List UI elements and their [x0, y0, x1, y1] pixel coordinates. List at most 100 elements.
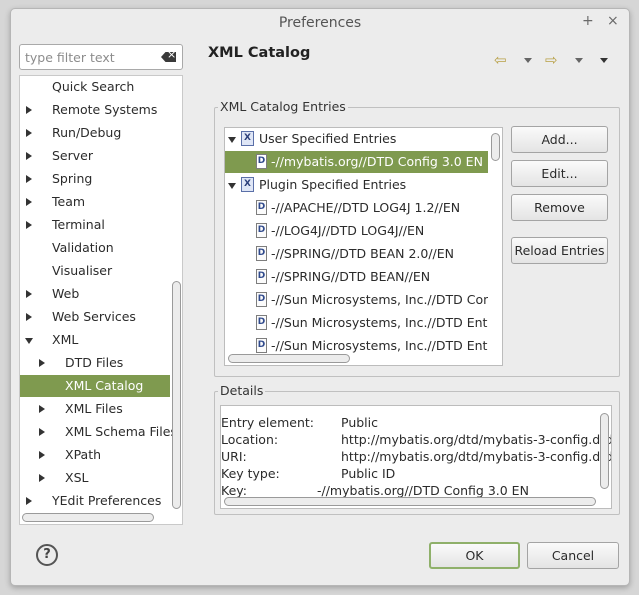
ok-button[interactable]: OK [429, 542, 520, 569]
expand-arrow-icon[interactable] [26, 497, 32, 505]
add-button[interactable]: Add... [511, 126, 608, 153]
catalog-horizontal-scrollbar[interactable] [228, 354, 350, 363]
details-vertical-scrollbar[interactable] [600, 413, 609, 489]
catalog-entry[interactable]: D -//SPRING//DTD BEAN 2.0//EN [225, 243, 488, 265]
expand-arrow-icon[interactable] [26, 106, 32, 114]
group-label: Details [218, 383, 266, 398]
clear-text-icon[interactable] [161, 52, 176, 62]
expand-arrow-icon[interactable] [26, 290, 32, 298]
expand-arrow-icon[interactable] [39, 451, 45, 459]
tree-item-label: Server [52, 148, 93, 163]
tree-item-xsl[interactable]: XSL [20, 467, 170, 489]
tree-item-label: Spring [52, 171, 93, 186]
expand-arrow-icon[interactable] [26, 198, 32, 206]
expand-arrow-icon[interactable] [39, 359, 45, 367]
close-icon[interactable]: × [607, 13, 619, 29]
details-text-area[interactable]: Entry element: Public Location: http://m… [220, 405, 612, 509]
tree-item-web[interactable]: Web [20, 283, 170, 305]
collapse-arrow-icon[interactable] [228, 183, 236, 189]
reload-entries-button[interactable]: Reload Entries [511, 237, 608, 264]
catalog-group-user[interactable]: X User Specified Entries [225, 128, 488, 150]
detail-value: Public [341, 415, 378, 430]
expand-arrow-icon[interactable] [39, 405, 45, 413]
catalog-entry[interactable]: D -//APACHE//DTD LOG4J 1.2//EN [225, 197, 488, 219]
xml-catalog-icon: X [241, 131, 254, 146]
back-arrow-icon[interactable]: ⇦ [494, 51, 507, 69]
help-icon[interactable]: ? [36, 544, 58, 566]
dtd-file-icon: D [256, 315, 267, 330]
catalog-group-plugin[interactable]: X Plugin Specified Entries [225, 174, 488, 196]
expand-arrow-icon[interactable] [26, 175, 32, 183]
details-horizontal-scrollbar[interactable] [224, 497, 596, 506]
tree-item-terminal[interactable]: Terminal [20, 214, 170, 236]
dtd-file-icon: D [256, 338, 267, 353]
tree-item-label: Visualiser [52, 263, 113, 278]
catalog-entry[interactable]: D -//LOG4J//DTD LOG4J//EN [225, 220, 488, 242]
expand-arrow-icon[interactable] [26, 221, 32, 229]
remove-button[interactable]: Remove [511, 194, 608, 221]
preference-tree: Quick Search Remote Systems Run/Debug Se… [19, 75, 183, 525]
catalog-entries-tree: X User Specified Entries D -//mybatis.or… [224, 127, 503, 366]
tree-item-xml-catalog[interactable]: XML Catalog [20, 375, 170, 397]
tree-item-xml[interactable]: XML [20, 329, 170, 351]
tree-item-remote-systems[interactable]: Remote Systems [20, 99, 170, 121]
catalog-entry[interactable]: D -//mybatis.org//DTD Config 3.0 EN [225, 151, 488, 173]
tree-item-web-services[interactable]: Web Services [20, 306, 170, 328]
collapse-arrow-icon[interactable] [25, 338, 33, 344]
catalog-entry-label: -//APACHE//DTD LOG4J 1.2//EN [271, 200, 461, 215]
tree-item-label: XSL [65, 470, 89, 485]
collapse-arrow-icon[interactable] [228, 137, 236, 143]
tree-item-label: XPath [65, 447, 102, 462]
catalog-entry[interactable]: D -//SPRING//DTD BEAN//EN [225, 266, 488, 288]
cancel-button[interactable]: Cancel [527, 542, 619, 569]
tree-item-label: DTD Files [65, 355, 124, 370]
tree-item-team[interactable]: Team [20, 191, 170, 213]
catalog-vertical-scrollbar[interactable] [491, 133, 500, 161]
tree-item-label: Web [52, 286, 80, 301]
catalog-group-label: Plugin Specified Entries [259, 177, 407, 192]
tree-item-spring[interactable]: Spring [20, 168, 170, 190]
tree-item-quick-search[interactable]: Quick Search [20, 76, 170, 98]
catalog-entry[interactable]: D -//Sun Microsystems, Inc.//DTD Enterpr [225, 312, 488, 334]
tree-item-run-debug[interactable]: Run/Debug [20, 122, 170, 144]
tree-vertical-scrollbar[interactable] [172, 281, 181, 509]
back-dropdown-icon[interactable] [524, 58, 532, 63]
tree-item-label: XML Catalog [65, 378, 144, 393]
catalog-group-label: User Specified Entries [259, 131, 397, 146]
tree-item-label: XML Files [65, 401, 123, 416]
tree-item-server[interactable]: Server [20, 145, 170, 167]
tree-item-xml-schema-files[interactable]: XML Schema Files [20, 421, 177, 443]
expand-arrow-icon[interactable] [26, 129, 32, 137]
dtd-file-icon: D [256, 246, 267, 261]
dtd-file-icon: D [256, 269, 267, 284]
title-bar: Preferences + × [11, 9, 629, 37]
dtd-file-icon: D [256, 292, 267, 307]
tree-item-label: Quick Search [52, 79, 135, 94]
expand-arrow-icon[interactable] [26, 313, 32, 321]
forward-dropdown-icon[interactable] [575, 58, 583, 63]
tree-item-xpath[interactable]: XPath [20, 444, 170, 466]
tree-item-visualiser[interactable]: Visualiser [20, 260, 170, 282]
edit-button[interactable]: Edit... [511, 160, 608, 187]
tree-item-label: Terminal [52, 217, 105, 232]
tree-horizontal-scrollbar[interactable] [22, 513, 154, 522]
detail-key: Entry element: [221, 415, 314, 430]
view-menu-icon[interactable] [600, 58, 608, 63]
tree-item-xml-files[interactable]: XML Files [20, 398, 170, 420]
group-label: XML Catalog Entries [218, 99, 348, 114]
expand-arrow-icon[interactable] [39, 474, 45, 482]
detail-value: http://mybatis.org/dtd/mybatis-3-config.… [341, 449, 612, 464]
maximize-icon[interactable]: + [582, 13, 594, 29]
detail-key: Location: [221, 432, 279, 447]
tree-item-validation[interactable]: Validation [20, 237, 170, 259]
expand-arrow-icon[interactable] [39, 428, 45, 436]
tree-item-label: Team [52, 194, 86, 209]
tree-item-label: Validation [52, 240, 114, 255]
filter-input[interactable] [23, 47, 151, 67]
tree-item-dtd-files[interactable]: DTD Files [20, 352, 170, 374]
expand-arrow-icon[interactable] [26, 152, 32, 160]
catalog-entry[interactable]: D -//Sun Microsystems, Inc.//DTD Connec [225, 289, 488, 311]
tree-item-yedit-preferences[interactable]: YEdit Preferences [20, 490, 170, 512]
detail-key: URI: [221, 449, 247, 464]
forward-arrow-icon[interactable]: ⇨ [545, 51, 558, 69]
